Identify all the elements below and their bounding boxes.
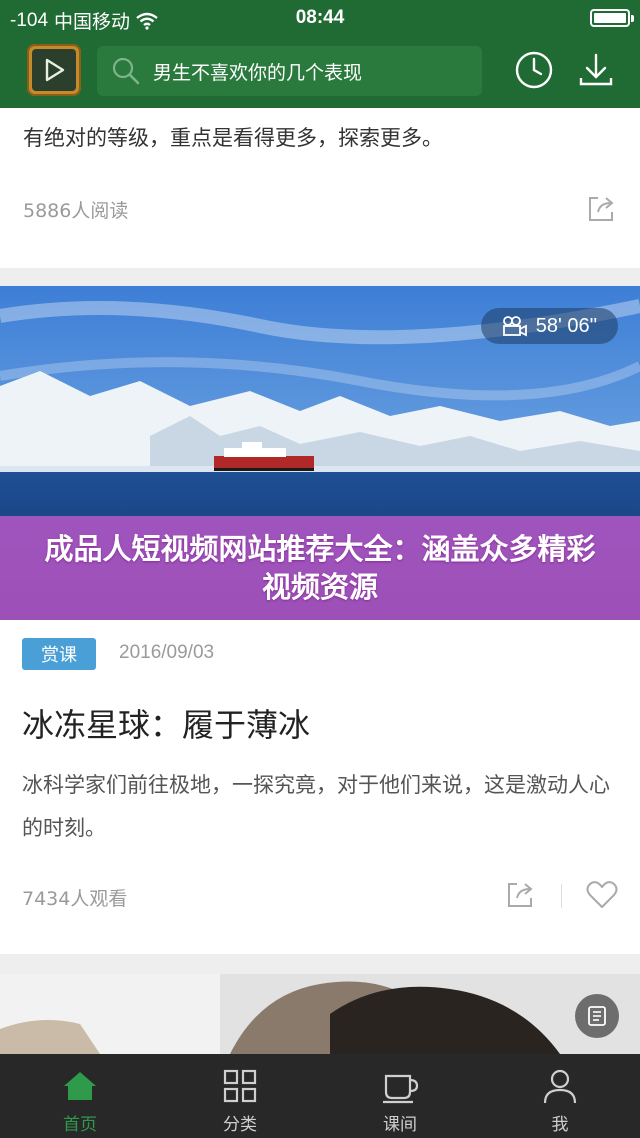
status-time: 08:44 — [295, 7, 345, 28]
article-excerpt: 有绝对的等级，重点是看得更多，探索更多。 — [23, 126, 443, 150]
tab-label: 我 — [551, 1115, 569, 1135]
tab-home[interactable]: 首页 — [0, 1054, 160, 1138]
video-title[interactable]: 冰冻星球：履于薄冰 — [22, 700, 310, 746]
video-thumbnail[interactable]: 58' 06'' 成品人短视频网站推荐大全：涵盖众多精彩视频资源 — [0, 286, 640, 620]
document-glyph — [588, 1006, 606, 1026]
tab-category[interactable]: 分类 — [160, 1054, 320, 1138]
category-tag[interactable]: 赏课 — [22, 638, 96, 670]
tab-label: 课间 — [383, 1115, 417, 1135]
bottom-tab-bar: 首页 分类 课间 我 — [0, 1054, 640, 1138]
tab-break[interactable]: 课间 — [320, 1054, 480, 1138]
share-icon[interactable] — [505, 880, 535, 910]
play-board-icon[interactable] — [27, 44, 81, 96]
publish-date: 2016/09/03 — [119, 642, 215, 663]
battery-level — [594, 13, 626, 23]
promo-overlay: 成品人短视频网站推荐大全：涵盖众多精彩视频资源 — [0, 516, 640, 620]
article-card[interactable]: 有绝对的等级，重点是看得更多，探索更多。 5886人阅读 — [0, 108, 640, 268]
grid-icon — [223, 1069, 257, 1103]
tab-me[interactable]: 我 — [480, 1054, 640, 1138]
search-box[interactable]: 男生不喜欢你的几个表现 — [97, 46, 482, 96]
video-camera-icon — [502, 316, 527, 337]
action-divider — [561, 884, 562, 908]
status-bar: -104 中国移动 08:44 — [0, 0, 640, 36]
read-count: 5886人阅读 — [23, 200, 129, 222]
battery-icon — [590, 9, 634, 27]
tab-label: 首页 — [63, 1115, 97, 1135]
share-icon[interactable] — [586, 194, 616, 224]
app-screen: -104 中国移动 08:44 男生不喜欢你的几个表现 有绝对的等级，重点是看得… — [0, 0, 640, 1138]
document-icon[interactable] — [575, 994, 619, 1038]
overlay-text: 成品人短视频网站推荐大全：涵盖众多精彩视频资源 — [44, 532, 596, 604]
person-icon — [543, 1069, 577, 1104]
view-count: 7434人观看 — [22, 888, 128, 910]
play-icon — [45, 58, 65, 82]
video-summary: 冰科学家们前往极地，一探究竟，对于他们来说，这是激动人心的时刻。 — [22, 773, 610, 840]
article-card[interactable] — [0, 974, 640, 1054]
search-icon — [112, 57, 140, 85]
download-icon[interactable] — [576, 50, 616, 90]
logo-board — [32, 49, 76, 91]
search-query: 男生不喜欢你的几个表现 — [153, 61, 363, 84]
duration-badge: 58' 06'' — [481, 308, 618, 344]
article-image — [0, 974, 640, 1054]
cup-icon — [383, 1074, 419, 1104]
tab-label: 分类 — [223, 1115, 257, 1135]
video-card[interactable]: 58' 06'' 成品人短视频网站推荐大全：涵盖众多精彩视频资源 赏课 2016… — [0, 286, 640, 954]
top-nav: 男生不喜欢你的几个表现 — [0, 36, 640, 108]
duration-text: 58' 06'' — [535, 314, 598, 337]
home-icon — [64, 1072, 96, 1100]
heart-icon[interactable] — [586, 880, 618, 910]
clock-icon[interactable] — [514, 50, 554, 90]
content-feed[interactable]: 有绝对的等级，重点是看得更多，探索更多。 5886人阅读 58' 06'' 成品… — [0, 108, 640, 1054]
